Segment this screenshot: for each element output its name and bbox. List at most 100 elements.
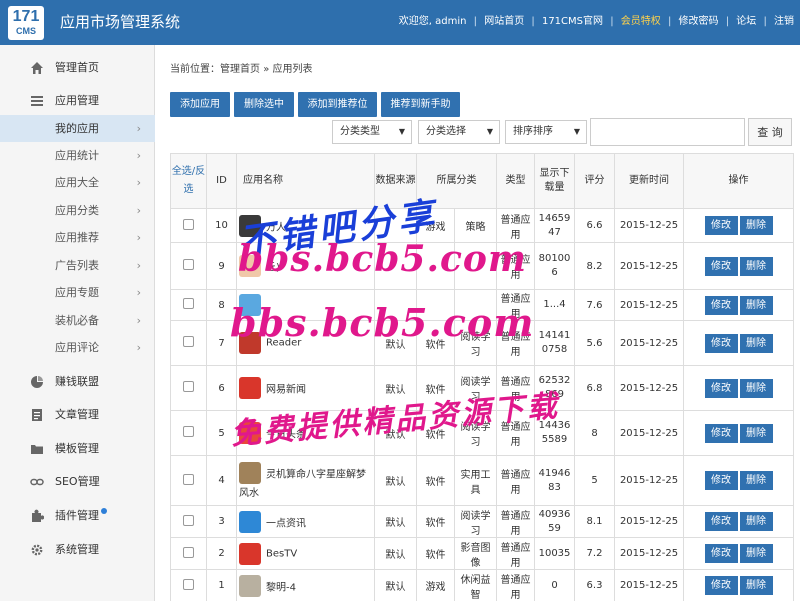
app-icon	[239, 255, 261, 277]
sidebar-item-app-comments[interactable]: 应用评论 ›	[0, 334, 155, 361]
row-actions: 修改 删除	[683, 242, 794, 290]
sidebar-item-app-all[interactable]: 应用大全 ›	[0, 169, 155, 196]
edit-button[interactable]: 修改	[704, 295, 738, 315]
breadcrumb-home[interactable]: 管理首页	[220, 64, 260, 75]
nav-link-official-site[interactable]: 171CMS官网	[542, 16, 603, 27]
delete-button[interactable]: 删除	[739, 333, 773, 353]
sort-select[interactable]: 排序排序 ▼	[505, 120, 587, 144]
row-downloads: 144365589	[534, 410, 575, 456]
delete-button[interactable]: 删除	[739, 423, 773, 443]
row-type: 普通应用	[496, 569, 535, 601]
row-checkbox-cell	[170, 365, 207, 411]
row-app-name[interactable]: 今日头条	[266, 430, 306, 441]
sidebar-section-templates[interactable]: 模板管理	[0, 435, 155, 463]
delete-selected-button[interactable]: 删除选中	[234, 92, 294, 117]
select-all-toggle[interactable]: 全选/反选	[170, 153, 207, 209]
add-to-recommend-button[interactable]: 添加到推荐位	[298, 92, 377, 117]
chevron-right-icon: ›	[136, 204, 141, 217]
sidebar-section-home[interactable]: 管理首页	[0, 54, 155, 82]
nav-link-logout[interactable]: 注销	[774, 16, 794, 27]
row-app-name-cell: 今日头条	[236, 410, 375, 456]
row-app-name[interactable]: 网易新闻	[266, 385, 306, 396]
chevron-right-icon: ›	[136, 341, 141, 354]
nav-link-site-home[interactable]: 网站首页	[484, 16, 524, 27]
row-checkbox[interactable]	[183, 473, 194, 485]
delete-button[interactable]: 删除	[739, 295, 773, 315]
edit-button[interactable]: 修改	[704, 423, 738, 443]
top-nav: 欢迎您, admin | 网站首页 | 171CMS官网 | 会员特权 | 修改…	[398, 16, 794, 27]
sidebar-item-app-recommend[interactable]: 应用推荐 ›	[0, 224, 155, 251]
nav-link-change-password[interactable]: 修改密码	[679, 16, 719, 27]
app-icon	[239, 510, 261, 533]
row-id: 9	[206, 242, 237, 290]
row-app-name-cell: 网易新闻	[236, 365, 375, 411]
row-type: 普通应用	[496, 455, 535, 506]
row-checkbox[interactable]	[183, 578, 194, 590]
row-checkbox[interactable]	[183, 514, 194, 526]
row-category-sub: 策略	[454, 208, 497, 243]
search-input[interactable]	[590, 118, 745, 146]
logo[interactable]: 171 CMS	[8, 6, 44, 40]
row-checkbox[interactable]	[183, 218, 194, 230]
row-rating: 5	[574, 455, 615, 506]
row-app-name[interactable]: BesTV	[266, 548, 297, 559]
row-downloads: 141410758	[534, 320, 575, 366]
edit-button[interactable]: 修改	[704, 471, 738, 490]
add-app-button[interactable]: 添加应用	[170, 92, 230, 117]
sidebar-item-app-stats[interactable]: 应用统计 ›	[0, 142, 155, 169]
edit-button[interactable]: 修改	[704, 512, 738, 531]
caret-down-icon: ▼	[573, 127, 580, 136]
row-app-name[interactable]: 万人...	[266, 222, 296, 233]
row-checkbox[interactable]	[183, 336, 194, 347]
row-app-name[interactable]: Reader	[266, 338, 301, 349]
row-app-name-cell: 灵机算命八字星座解梦风水	[236, 455, 375, 506]
sidebar-item-my-apps[interactable]: 我的应用 ›	[0, 115, 155, 142]
top-header: 171 CMS 应用市场管理系统 欢迎您, admin | 网站首页 | 171…	[0, 0, 800, 45]
sidebar-item-essentials[interactable]: 装机必备 ›	[0, 307, 155, 334]
delete-button[interactable]: 删除	[739, 216, 773, 235]
category-type-select[interactable]: 分类类型 ▼	[332, 120, 412, 144]
row-checkbox[interactable]	[183, 259, 194, 270]
edit-button[interactable]: 修改	[704, 216, 738, 235]
category-select[interactable]: 分类选择 ▼	[418, 120, 500, 144]
delete-button[interactable]: 删除	[739, 576, 773, 595]
delete-button[interactable]: 删除	[739, 256, 773, 276]
welcome-text: 欢迎您, admin	[398, 16, 467, 27]
nav-link-vip[interactable]: 会员特权	[621, 16, 661, 27]
search-button[interactable]: 查 询	[748, 118, 792, 146]
sidebar-section-earn-alliance[interactable]: 赚钱联盟	[0, 368, 155, 396]
edit-button[interactable]: 修改	[704, 544, 738, 563]
sidebar-section-system[interactable]: 系统管理	[0, 536, 155, 564]
row-source: 默认	[374, 410, 417, 456]
row-rating: 6.8	[574, 365, 615, 411]
row-checkbox[interactable]	[183, 546, 194, 558]
nav-link-forum[interactable]: 论坛	[736, 16, 756, 27]
row-checkbox[interactable]	[183, 298, 194, 309]
row-category-sub: 实用工具	[454, 455, 497, 506]
recommend-to-newbie-button[interactable]: 推荐到新手助	[381, 92, 460, 117]
sidebar-section-articles[interactable]: 文章管理	[0, 401, 155, 429]
row-app-name[interactable]: 一点资讯	[266, 518, 306, 529]
sidebar-section-app-management[interactable]: 应用管理	[0, 87, 155, 115]
edit-button[interactable]: 修改	[704, 378, 738, 398]
row-checkbox[interactable]	[183, 381, 194, 392]
delete-button[interactable]: 删除	[739, 471, 773, 490]
row-category-main: 软件	[416, 537, 455, 570]
row-app-name[interactable]: 黎明-4	[266, 582, 296, 593]
row-id: 6	[206, 365, 237, 411]
edit-button[interactable]: 修改	[704, 333, 738, 353]
row-app-name[interactable]: 丘)	[266, 263, 280, 274]
delete-button[interactable]: 删除	[739, 544, 773, 563]
app-icon	[239, 542, 261, 565]
row-category-sub: 阅读学习	[454, 320, 497, 366]
sidebar-section-seo[interactable]: SEO管理	[0, 468, 155, 496]
sidebar-item-ad-list[interactable]: 广告列表 ›	[0, 252, 155, 279]
delete-button[interactable]: 删除	[739, 378, 773, 398]
sidebar-item-app-categories[interactable]: 应用分类 ›	[0, 197, 155, 224]
edit-button[interactable]: 修改	[704, 256, 738, 276]
edit-button[interactable]: 修改	[704, 576, 738, 595]
delete-button[interactable]: 删除	[739, 512, 773, 531]
sidebar-item-app-topics[interactable]: 应用专题 ›	[0, 279, 155, 306]
row-checkbox[interactable]	[183, 426, 194, 437]
sidebar-section-plugins[interactable]: 插件管理	[0, 502, 155, 530]
